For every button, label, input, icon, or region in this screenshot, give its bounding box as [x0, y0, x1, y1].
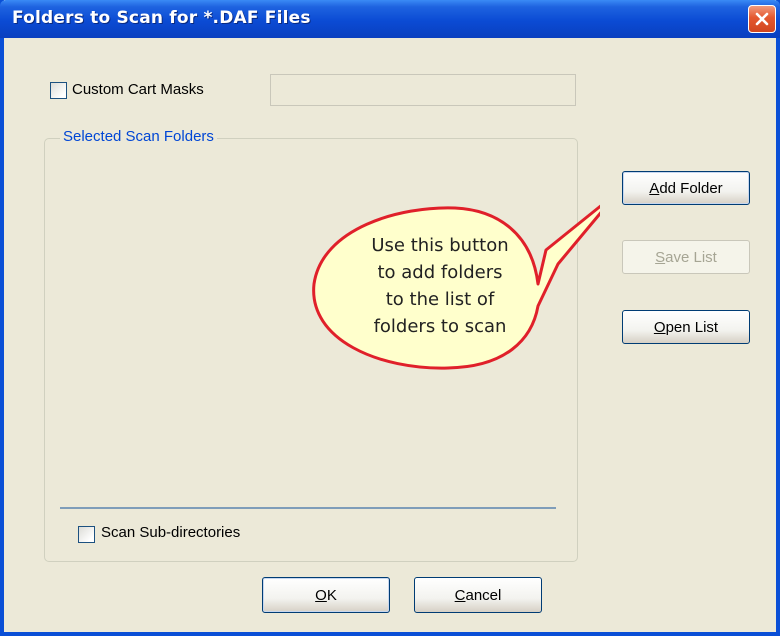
open-list-button[interactable]: Open List	[622, 310, 750, 344]
save-list-button[interactable]: Save List	[622, 240, 750, 274]
open-list-label: pen List	[665, 318, 719, 336]
save-list-label: ave List	[665, 248, 717, 266]
close-icon	[755, 12, 769, 26]
cancel-mnemonic: C	[454, 586, 466, 604]
cancel-label: ancel	[465, 586, 502, 604]
add-folder-label: dd Folder	[659, 179, 723, 197]
cancel-button[interactable]: Cancel	[414, 577, 542, 613]
callout-line: Use this button	[371, 235, 509, 256]
custom-cart-masks-input[interactable]	[270, 74, 576, 106]
add-folder-mnemonic: A	[649, 179, 660, 197]
ok-mnemonic: O	[315, 586, 327, 604]
scan-subdirectories-label: Scan Sub-directories	[101, 524, 241, 541]
custom-cart-masks-label: Custom Cart Masks	[72, 81, 204, 98]
custom-cart-masks-checkbox[interactable]	[50, 82, 67, 99]
add-folder-button[interactable]: Add Folder	[622, 171, 750, 205]
scan-subdirectories-checkbox[interactable]	[78, 526, 95, 543]
ok-label: K	[326, 586, 337, 604]
scan-folders-legend: Selected Scan Folders	[60, 128, 217, 145]
open-list-mnemonic: O	[653, 318, 666, 336]
ok-button[interactable]: OK	[262, 577, 390, 613]
save-list-mnemonic: S	[655, 248, 666, 266]
callout-line: folders to scan	[373, 316, 507, 337]
group-separator	[60, 507, 556, 509]
callout-line: to add folders	[377, 262, 503, 283]
window-title: Folders to Scan for *.DAF Files	[12, 8, 311, 28]
title-bar[interactable]: Folders to Scan for *.DAF Files	[0, 0, 780, 38]
callout-line: to the list of	[385, 289, 495, 310]
close-button[interactable]	[748, 5, 776, 33]
callout-text: Use this button to add folders to the li…	[322, 232, 558, 340]
